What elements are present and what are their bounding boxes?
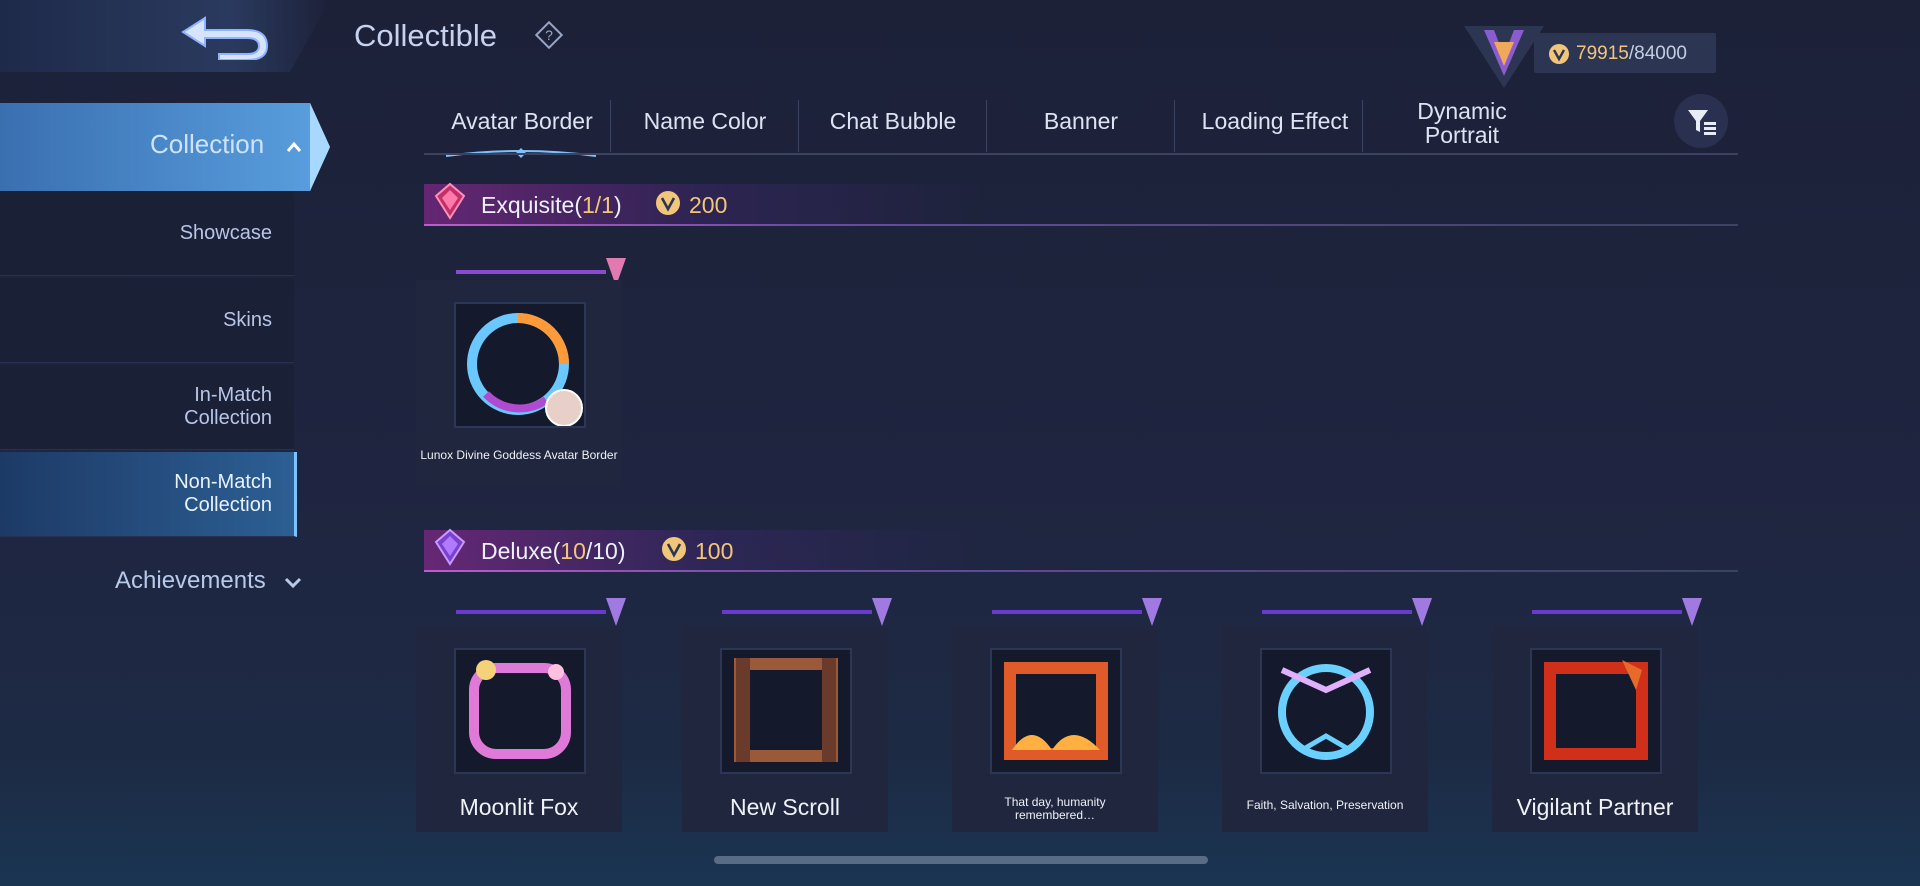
card-ribbon [456,598,626,626]
tab-label: Dynamic Portrait [1417,98,1507,148]
section-title-deluxe: Deluxe(10/10) [481,538,626,564]
section-price-deluxe: 100 [695,538,734,564]
chevron-down-icon [284,577,302,589]
card-name: Vigilant Partner [1516,794,1674,820]
exquisite-gem-icon [434,182,466,220]
chevron-up-icon [286,141,302,152]
sidebar-achievements-label: Achievements [115,567,266,594]
section-title-exquisite: Exquisite(1/1) [481,192,622,218]
new-scroll-border-image [734,658,838,762]
back-button[interactable] [0,0,330,72]
sidebar-item-label: Non-Match Collection [174,471,272,516]
moonlit-fox-border-image [469,660,571,759]
sidebar-achievements[interactable]: Achievements [0,563,310,603]
card-name: Lunox Divine Goddess Avatar Border [420,448,618,462]
deluxe-gem-icon [434,528,466,566]
collectible-card[interactable]: Lunox Divine Goddess Avatar Border [416,258,626,486]
tab-dynamic-portrait[interactable]: Dynamic Portrait [1366,94,1558,152]
avatar-border-preview [990,648,1122,774]
sidebar-item-skins[interactable]: Skins [0,278,294,363]
faith-border-image [1278,664,1374,760]
card-name: Faith, Salvation, Preservation [1246,798,1404,812]
tab-label: Banner [1043,108,1119,134]
card-ribbon [1532,598,1702,626]
collector-coin-icon [1549,44,1569,64]
section-price-exquisite: 200 [689,192,728,218]
lunox-border-image [467,313,583,427]
page-title: Collectible [354,18,498,53]
collector-coin-icon [662,537,686,561]
avatar-border-preview [1530,648,1662,774]
tab-label: Avatar Border [451,108,593,134]
card-name: That day, humanity remembered… [1004,795,1106,822]
avatar-border-preview [1260,648,1392,774]
collectible-card[interactable]: That day, humanity remembered… [952,598,1162,832]
avatar-border-preview [454,302,586,428]
sidebar-collection[interactable]: Collection [0,103,330,191]
collector-coin-icon [656,191,680,215]
avatar-border-preview [454,648,586,774]
section-divider [424,224,1738,226]
collectible-card[interactable]: Vigilant Partner [1492,598,1702,832]
currency-display: 79915/84000 [1534,33,1716,73]
sidebar-item-label: Skins [223,308,272,331]
back-arrow-icon [181,16,269,60]
tab-loading-effect[interactable]: Loading Effect [1178,96,1372,146]
currency-max: /84000 [1628,43,1687,64]
card-ribbon [456,258,626,280]
svg-text:?: ? [545,27,553,43]
sidebar-collection-label: Collection [150,129,265,159]
tab-label: Name Color [643,108,767,134]
card-name: New Scroll [730,794,840,820]
tab-avatar-border[interactable]: Avatar Border [438,96,606,146]
sidebar-item-showcase[interactable]: Showcase [0,191,294,276]
card-ribbon [722,598,892,626]
collectible-card[interactable]: Moonlit Fox [416,598,626,832]
avatar-border-preview [720,648,852,774]
fire-border-image [1004,662,1108,760]
collectible-card[interactable]: Faith, Salvation, Preservation [1222,598,1432,832]
tab-label: Loading Effect [1201,108,1349,134]
sidebar-item-label: In-Match Collection [184,384,272,429]
horizontal-scrollbar[interactable] [714,856,1208,864]
vigilant-partner-border-image [1544,660,1648,760]
collectible-card[interactable]: New Scroll [682,598,892,832]
tab-divider-line [424,153,1738,155]
tab-name-color[interactable]: Name Color [614,96,796,146]
section-divider [424,570,1738,572]
sidebar-item-non-match-collection[interactable]: Non-Match Collection [0,452,297,537]
tab-label: Chat Bubble [829,108,957,134]
sidebar-item-in-match-collection[interactable]: In-Match Collection [0,365,294,450]
sidebar-item-label: Showcase [179,221,272,244]
tab-banner[interactable]: Banner [990,96,1172,146]
card-name: Moonlit Fox [459,794,579,820]
filter-button[interactable] [1674,94,1728,148]
card-ribbon [992,598,1162,626]
card-ribbon [1262,598,1432,626]
tab-chat-bubble[interactable]: Chat Bubble [802,96,984,146]
question-diamond-icon[interactable]: ? [534,20,564,50]
active-tab-indicator [446,148,596,158]
currency-current: 79915 [1576,43,1629,64]
filter-icon [1688,110,1716,135]
